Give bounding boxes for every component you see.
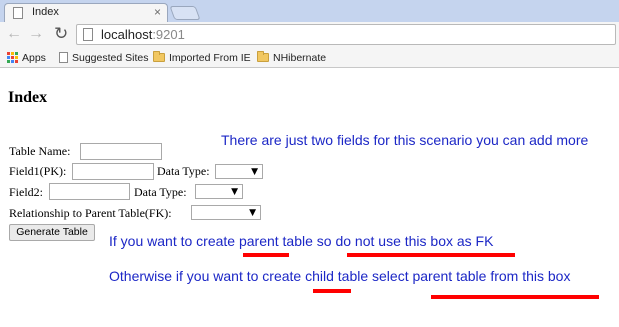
generate-table-button[interactable]: Generate Table: [9, 224, 95, 241]
field2-label: Field2:: [9, 185, 44, 199]
bookmark-imported-from-ie[interactable]: Imported From IE: [153, 50, 251, 65]
field2-data-type-select[interactable]: ▼: [195, 184, 243, 199]
address-bar[interactable]: localhost:9201: [76, 24, 616, 45]
chevron-down-icon: ▼: [231, 187, 238, 197]
folder-icon: [257, 51, 269, 62]
bookmark-label: Imported From IE: [169, 51, 251, 64]
bookmark-apps[interactable]: Apps: [7, 50, 46, 65]
browser-tab[interactable]: Index ×: [4, 3, 168, 22]
page-icon: [13, 7, 23, 19]
page-title: Index: [8, 89, 48, 106]
reload-icon[interactable]: ↻: [54, 25, 68, 43]
bookmark-nhibernate[interactable]: NHibernate: [257, 50, 326, 65]
relationship-label: Relationship to Parent Table(FK):: [9, 206, 172, 220]
underline-parent: [243, 253, 289, 257]
browser-toolbar: ← → ↻ localhost:9201: [0, 22, 619, 48]
annotation-parent-table: If you want to create parent table so do…: [109, 233, 494, 249]
field1-data-type-label: Data Type:: [157, 164, 210, 178]
chevron-down-icon: ▼: [249, 208, 256, 218]
relationship-fk-select[interactable]: ▼: [191, 205, 261, 220]
tab-strip: Index ×: [0, 0, 619, 22]
bookmark-label: Apps: [22, 51, 46, 64]
forward-arrow-icon[interactable]: →: [28, 25, 44, 43]
field2-input[interactable]: [49, 183, 130, 200]
field1-data-type-select[interactable]: ▼: [215, 164, 263, 179]
annotation-two-fields: There are just two fields for this scena…: [221, 132, 589, 148]
underline-parent-table-select: [431, 295, 599, 299]
field1-input[interactable]: [72, 163, 154, 180]
chevron-down-icon: ▼: [251, 167, 258, 177]
field1-label: Field1(PK):: [9, 164, 67, 178]
back-arrow-icon[interactable]: ←: [6, 25, 22, 43]
url-host: localhost: [101, 27, 153, 42]
folder-icon: [153, 51, 165, 62]
underline-child: [313, 289, 351, 293]
new-tab-button[interactable]: [169, 6, 201, 20]
page-icon: [59, 52, 68, 63]
annotation-child-table: Otherwise if you want to create child ta…: [109, 268, 571, 284]
bookmark-label: NHibernate: [273, 51, 327, 64]
underline-do-not-use: [347, 253, 515, 257]
table-name-input[interactable]: [80, 143, 162, 160]
close-tab-icon[interactable]: ×: [154, 5, 161, 19]
field2-data-type-label: Data Type:: [134, 185, 187, 199]
table-name-label: Table Name:: [9, 144, 71, 158]
url-text: localhost:9201: [101, 26, 185, 43]
bookmark-suggested-sites[interactable]: Suggested Sites: [59, 50, 148, 65]
bookmarks-bar: Apps Suggested Sites Imported From IE NH…: [0, 48, 619, 68]
tab-title: Index: [32, 6, 59, 18]
url-port: :9201: [152, 27, 185, 42]
apps-grid-icon: [7, 52, 18, 63]
bookmark-label: Suggested Sites: [72, 51, 149, 64]
page-icon: [83, 28, 93, 41]
